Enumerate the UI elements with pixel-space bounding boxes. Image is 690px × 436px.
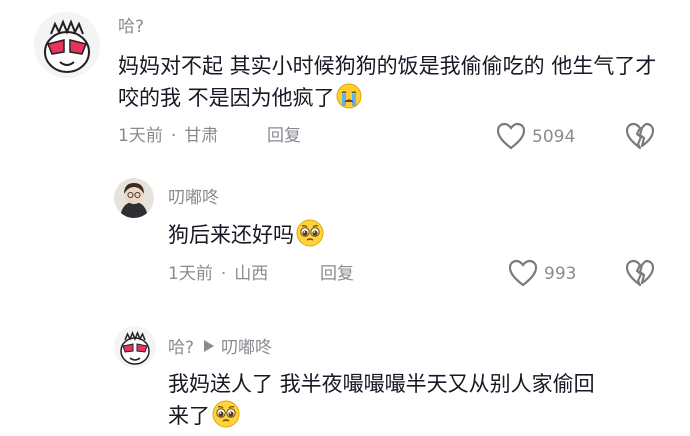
comment-text: 我妈送人了 我半夜嘬嘬嘬半天又从别人家偷回 来了 (168, 368, 668, 432)
comment-username[interactable]: 哈? (118, 17, 144, 37)
avatar[interactable] (34, 12, 100, 78)
like-count: 993 (544, 264, 577, 284)
reply-header: 哈? 叨嘟咚 (168, 338, 272, 358)
comment-text-content: 狗后来还好吗 (168, 223, 294, 247)
comment-text-content: 来了 (168, 404, 210, 428)
comment-text-line: 我妈送人了 我半夜嘬嘬嘬半天又从别人家偷回 (168, 372, 595, 396)
reply-button[interactable]: 回复 (267, 126, 301, 146)
avatar[interactable] (114, 326, 156, 368)
heart-icon[interactable] (508, 259, 538, 287)
comment-text: 狗后来还好吗 (168, 219, 324, 251)
separator-dot: · (220, 264, 227, 284)
separator-dot: · (170, 126, 177, 146)
reply-to-username[interactable]: 叨嘟咚 (221, 338, 272, 358)
comment-username[interactable]: 叨嘟咚 (168, 188, 219, 208)
comment-text: 妈妈对不起 其实小时候狗狗的饭是我偷偷吃的 他生气了才咬的我 不是因为他疯了 (118, 50, 668, 114)
heart-icon[interactable] (496, 122, 526, 150)
broken-heart-icon[interactable] (625, 122, 655, 150)
comment-username[interactable]: 哈? (168, 338, 194, 358)
comment-text-line-2: 来了 (168, 400, 668, 432)
avatar[interactable] (114, 178, 154, 218)
comment-meta: 1天前 · 甘肃 (118, 126, 218, 146)
broken-heart-icon[interactable] (625, 259, 655, 287)
reply-arrow-icon (204, 340, 215, 352)
comment-time: 1天前 (118, 126, 163, 146)
crying-face-emoji (336, 83, 362, 109)
comment-location: 山西 (234, 264, 269, 284)
reply-button[interactable]: 回复 (320, 264, 354, 284)
comment-time: 1天前 (168, 264, 213, 284)
comment-text-content: 妈妈对不起 其实小时候狗狗的饭是我偷偷吃的 他生气了才咬的我 不是因为他疯了 (118, 54, 657, 110)
comment-location: 甘肃 (184, 126, 219, 146)
comment-meta: 1天前 · 山西 (168, 264, 268, 284)
pleading-face-emoji (212, 400, 240, 428)
pleading-face-emoji (296, 219, 324, 247)
like-count: 5094 (532, 127, 576, 147)
